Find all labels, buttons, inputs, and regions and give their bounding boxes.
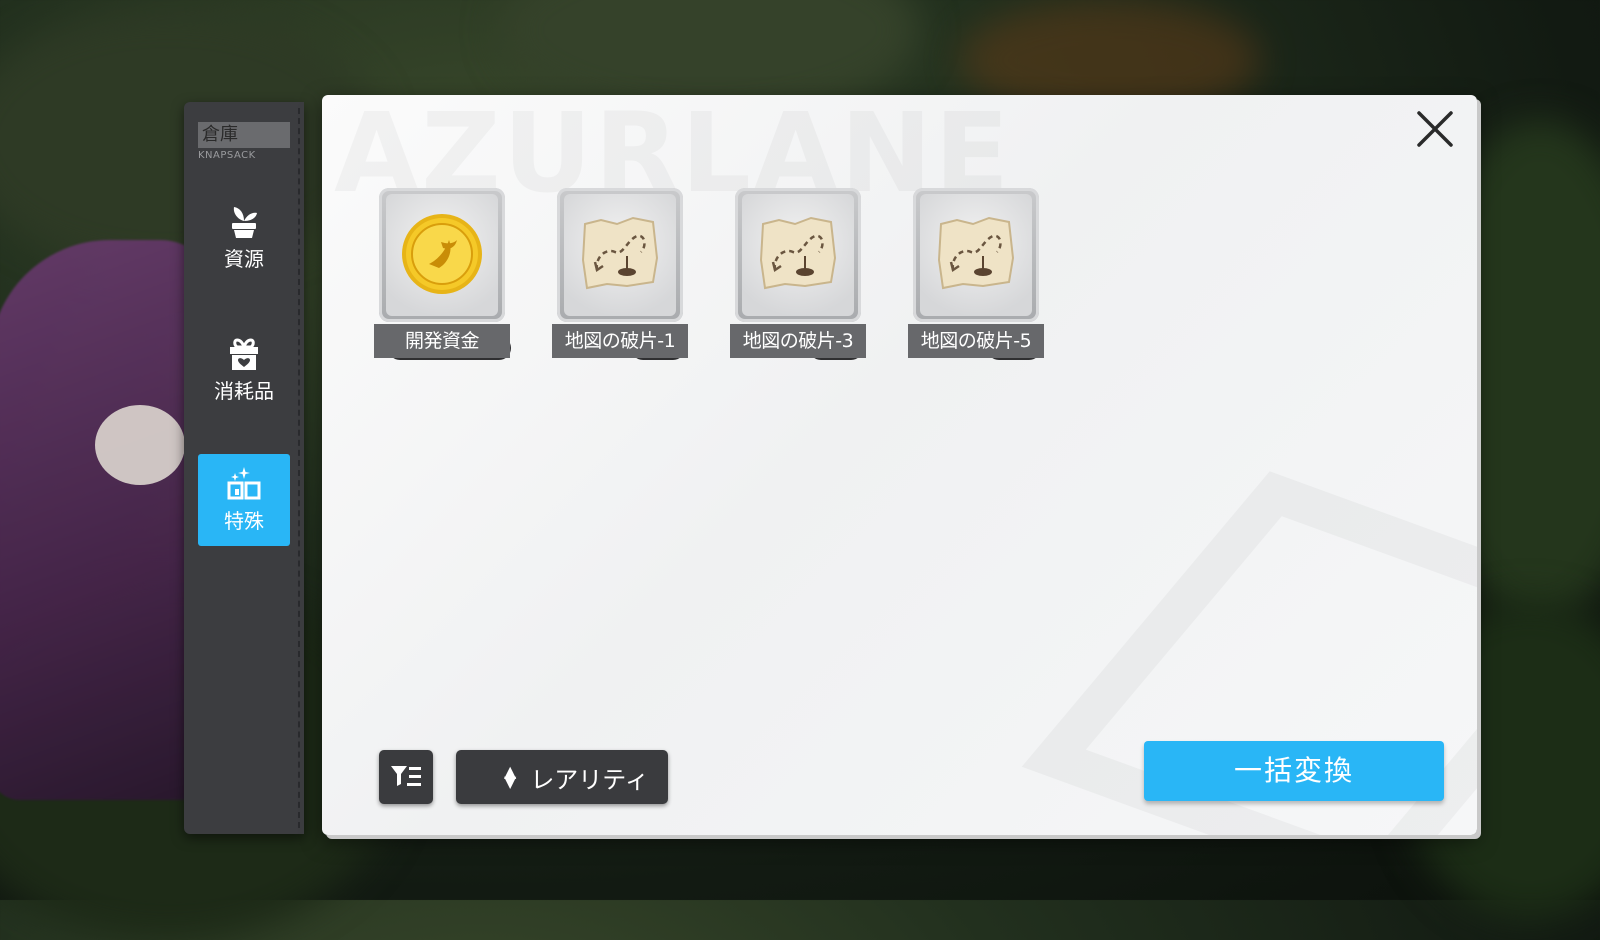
close-button[interactable] (1415, 109, 1455, 149)
sort-rarity-label: レアリティ (530, 765, 649, 794)
sidebar-item-label: 資源 (224, 246, 264, 271)
map-fragment-icon (937, 216, 1015, 290)
inventory-item[interactable]: 1 地図の破片-3 (730, 188, 866, 360)
sidebar-subtitle: KNAPSACK (198, 150, 256, 161)
sort-order-button[interactable] (379, 750, 433, 804)
bulk-convert-button[interactable]: 一括変換 (1144, 741, 1444, 801)
item-label: 地図の破片-5 (908, 324, 1044, 358)
sort-list-icon (391, 766, 421, 786)
sidebar-item-special[interactable]: 特殊 (198, 454, 290, 546)
sprout-icon (232, 206, 257, 238)
inventory-item[interactable]: 1 地図の破片-1 (552, 188, 688, 360)
sidebar-item-resources[interactable]: 資源 (198, 192, 290, 284)
sort-rarity-button[interactable]: ▲ ▼ レアリティ (456, 750, 668, 804)
sidebar-title: 倉庫 (198, 122, 290, 148)
sort-arrows-icon: ▲ ▼ (504, 762, 517, 791)
background-character-face (95, 405, 185, 485)
inventory-panel: AZURLANE 247351 開発資金 1 地図の破片-1 (322, 95, 1477, 835)
map-fragment-icon (581, 216, 659, 290)
sidebar-item-label: 消耗品 (214, 378, 274, 403)
inventory-item[interactable]: 247351 開発資金 (374, 188, 511, 360)
sidebar-item-consumables[interactable]: 消耗品 (198, 324, 290, 416)
inventory-item[interactable]: 1 地図の破片-5 (908, 188, 1044, 360)
item-label: 地図の破片-1 (552, 324, 688, 358)
item-label: 地図の破片-3 (730, 324, 866, 358)
sidebar-item-label: 特殊 (224, 508, 264, 533)
gold-coin-icon (402, 214, 482, 294)
close-icon (1417, 111, 1453, 147)
gift-box-icon (230, 337, 258, 370)
item-label: 開発資金 (374, 324, 510, 358)
category-sidebar: 倉庫 KNAPSACK 資源 消耗品 特殊 (184, 102, 304, 834)
book-sparkle-icon (227, 466, 261, 499)
map-fragment-icon (759, 216, 837, 290)
